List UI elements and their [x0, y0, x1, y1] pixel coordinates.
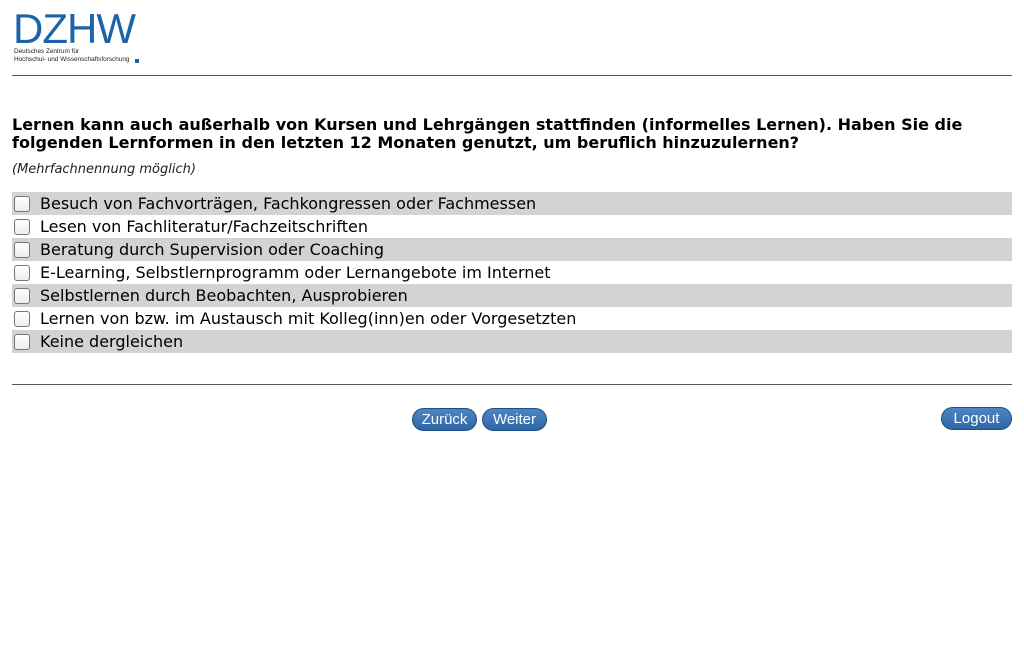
question-hint: (Mehrfachnennung möglich) [12, 162, 196, 177]
logo-subtitle-line2: Hochschul- und Wissenschaftsforschung [14, 56, 130, 63]
checkbox[interactable] [14, 241, 30, 258]
logout-button[interactable]: Logout [941, 407, 1012, 430]
checkbox[interactable] [14, 333, 30, 350]
option-row[interactable]: Beratung durch Supervision oder Coaching [12, 238, 1012, 261]
option-label[interactable]: Besuch von Fachvorträgen, Fachkongressen… [40, 192, 536, 215]
option-label[interactable]: Keine dergleichen [40, 330, 183, 353]
option-row[interactable]: Lernen von bzw. im Austausch mit Kolleg(… [12, 307, 1012, 330]
checkbox[interactable] [14, 310, 30, 327]
next-button[interactable]: Weiter [482, 408, 547, 431]
header-divider [12, 75, 1012, 76]
option-row[interactable]: Keine dergleichen [12, 330, 1012, 353]
option-label[interactable]: E-Learning, Selbstlernprogramm oder Lern… [40, 261, 551, 284]
options-list: Besuch von Fachvorträgen, Fachkongressen… [12, 192, 1012, 353]
footer-divider [12, 384, 1012, 385]
logo-square-icon [135, 59, 139, 63]
question-text: Lernen kann auch außerhalb von Kursen un… [12, 115, 963, 152]
option-row[interactable]: Besuch von Fachvorträgen, Fachkongressen… [12, 192, 1012, 215]
checkbox[interactable] [14, 218, 30, 235]
logo-mark: DZHW [13, 5, 136, 52]
dzhw-logo: DZHW Deutsches Zentrum für Hochschul- un… [13, 8, 148, 68]
checkbox[interactable] [14, 287, 30, 304]
option-label[interactable]: Lernen von bzw. im Austausch mit Kolleg(… [40, 307, 576, 330]
survey-page: DZHW Deutsches Zentrum für Hochschul- un… [0, 0, 1024, 657]
logo-subtitle-line1: Deutsches Zentrum für [14, 48, 79, 55]
option-row[interactable]: Selbstlernen durch Beobachten, Ausprobie… [12, 284, 1012, 307]
option-row[interactable]: E-Learning, Selbstlernprogramm oder Lern… [12, 261, 1012, 284]
option-label[interactable]: Beratung durch Supervision oder Coaching [40, 238, 384, 261]
checkbox[interactable] [14, 195, 30, 212]
option-label[interactable]: Selbstlernen durch Beobachten, Ausprobie… [40, 284, 408, 307]
back-button[interactable]: Zurück [412, 408, 477, 431]
option-row[interactable]: Lesen von Fachliteratur/Fachzeitschrifte… [12, 215, 1012, 238]
checkbox[interactable] [14, 264, 30, 281]
option-label[interactable]: Lesen von Fachliteratur/Fachzeitschrifte… [40, 215, 368, 238]
